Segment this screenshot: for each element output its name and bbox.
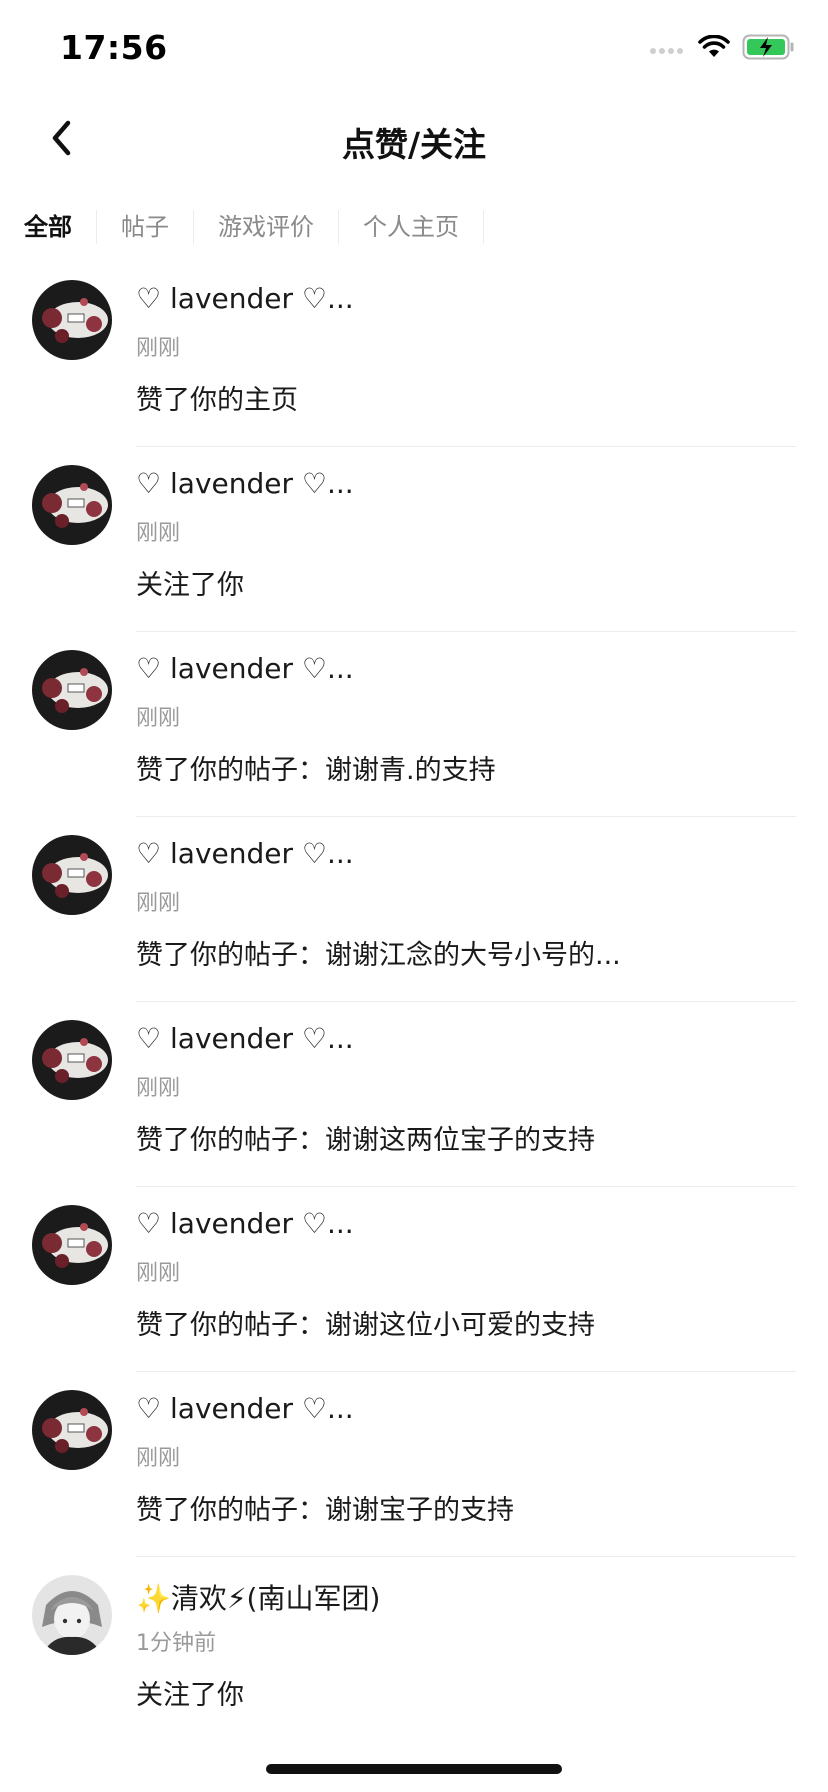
item-timestamp: 1分钟前 [136, 1631, 216, 1656]
tab-all[interactable]: 全部 [0, 210, 97, 244]
avatar[interactable] [32, 1020, 112, 1100]
rose-avatar-image [32, 1390, 112, 1470]
tab-game-reviews[interactable]: 游戏评价 [194, 210, 339, 244]
item-message: 关注了你 [136, 1680, 244, 1711]
item-username[interactable]: ♡ lavender ♡... [136, 652, 354, 685]
list-item[interactable]: ♡ lavender ♡... 刚刚 赞了你的帖子：谢谢江念的大号小号的... [0, 817, 828, 1002]
item-timestamp: 刚刚 [136, 336, 181, 361]
list-item[interactable]: ♡ lavender ♡... 刚刚 赞了你的帖子：谢谢宝子的支持 [0, 1372, 828, 1557]
item-message: 关注了你 [136, 570, 244, 601]
rose-avatar-image [32, 1020, 112, 1100]
tab-profile[interactable]: 个人主页 [339, 210, 484, 244]
avatar[interactable] [32, 650, 112, 730]
item-message: 赞了你的帖子：谢谢宝子的支持 [136, 1495, 514, 1526]
rose-avatar-image [32, 465, 112, 545]
rose-avatar-image [32, 650, 112, 730]
avatar[interactable] [32, 835, 112, 915]
filter-tabs: 全部 帖子 游戏评价 个人主页 [0, 200, 484, 254]
avatar[interactable] [32, 280, 112, 360]
rose-avatar-image [32, 835, 112, 915]
item-timestamp: 刚刚 [136, 891, 181, 916]
rose-avatar-image [32, 280, 112, 360]
rose-avatar-image [32, 1205, 112, 1285]
list-item[interactable]: ♡ lavender ♡... 刚刚 赞了你的主页 [0, 262, 828, 447]
item-username[interactable]: ♡ lavender ♡... [136, 282, 354, 315]
avatar[interactable] [32, 1575, 112, 1655]
avatar[interactable] [32, 1390, 112, 1470]
item-username[interactable]: ♡ lavender ♡... [136, 1207, 354, 1240]
list-item[interactable]: ✨清欢⚡(南山军团) 1分钟前 关注了你 [0, 1557, 828, 1742]
anime-avatar-image [32, 1575, 112, 1655]
item-timestamp: 刚刚 [136, 521, 181, 546]
item-message: 赞了你的帖子：谢谢江念的大号小号的... [136, 940, 621, 971]
item-timestamp: 刚刚 [136, 1261, 181, 1286]
list-item[interactable]: ♡ lavender ♡... 刚刚 赞了你的帖子：谢谢这位小可爱的支持 [0, 1187, 828, 1372]
nav-bar: 点赞/关注 [0, 96, 828, 184]
battery-charging-icon [742, 34, 796, 64]
item-timestamp: 刚刚 [136, 1076, 181, 1101]
item-message: 赞了你的帖子：谢谢这两位宝子的支持 [136, 1125, 595, 1156]
tab-posts[interactable]: 帖子 [97, 210, 194, 244]
avatar[interactable] [32, 1205, 112, 1285]
item-timestamp: 刚刚 [136, 706, 181, 731]
list-item[interactable]: ♡ lavender ♡... 刚刚 赞了你的帖子：谢谢这两位宝子的支持 [0, 1002, 828, 1187]
item-timestamp: 刚刚 [136, 1446, 181, 1471]
home-indicator[interactable] [266, 1764, 562, 1774]
avatar[interactable] [32, 465, 112, 545]
status-icons [650, 34, 796, 64]
item-message: 赞了你的帖子：谢谢这位小可爱的支持 [136, 1310, 595, 1341]
page-title: 点赞/关注 [341, 125, 487, 164]
item-username[interactable]: ✨清欢⚡(南山军团) [136, 1577, 380, 1617]
item-message: 赞了你的帖子：谢谢青.的支持 [136, 755, 496, 786]
status-time: 17:56 [60, 28, 168, 67]
signal-dots-icon [650, 40, 686, 59]
list-item[interactable]: ♡ lavender ♡... 刚刚 赞了你的帖子：谢谢青.的支持 [0, 632, 828, 817]
list-item[interactable]: ♡ lavender ♡... 刚刚 关注了你 [0, 447, 828, 632]
item-username[interactable]: ♡ lavender ♡... [136, 467, 354, 500]
notification-list: ♡ lavender ♡... 刚刚 赞了你的主页 ♡ lavender ♡..… [0, 262, 828, 1742]
item-username[interactable]: ♡ lavender ♡... [136, 837, 354, 870]
item-username[interactable]: ♡ lavender ♡... [136, 1392, 354, 1425]
item-username[interactable]: ♡ lavender ♡... [136, 1022, 354, 1055]
wifi-icon [698, 34, 730, 63]
status-bar: 17:56 [0, 0, 828, 96]
item-message: 赞了你的主页 [136, 385, 298, 416]
